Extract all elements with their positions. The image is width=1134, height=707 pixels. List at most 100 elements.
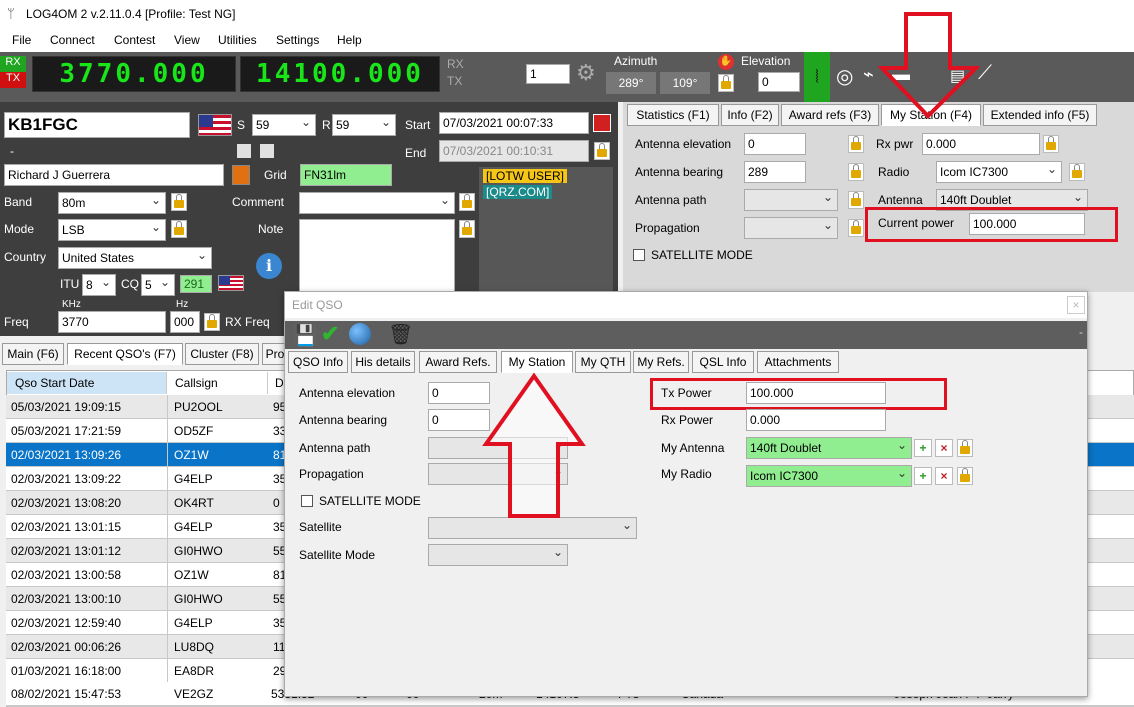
- cq-select[interactable]: 5: [141, 274, 175, 296]
- qrz-badge[interactable]: [QRZ.COM]: [483, 185, 553, 199]
- elevation-input[interactable]: 0: [758, 72, 800, 92]
- header-callsign[interactable]: Callsign: [168, 372, 268, 394]
- country-select[interactable]: United States: [58, 247, 212, 269]
- start-datetime-input[interactable]: 07/03/2021 00:07:33: [439, 112, 589, 134]
- delete-antenna-icon[interactable]: ×: [935, 439, 953, 457]
- menu-view[interactable]: View: [174, 33, 200, 47]
- freq-khz-input[interactable]: 3770: [58, 311, 166, 333]
- add-antenna-icon[interactable]: +: [914, 439, 932, 457]
- antenna-bearing-lock-icon[interactable]: [848, 163, 864, 181]
- delete-radio-icon[interactable]: ×: [935, 467, 953, 485]
- rx-pwr-lock-icon[interactable]: [1043, 135, 1059, 153]
- propagation-lock-icon[interactable]: [848, 219, 864, 237]
- dialog-tab-his-details[interactable]: His details: [351, 351, 415, 373]
- tx-power-input[interactable]: 100.000: [746, 382, 886, 404]
- dialog-tab-my-station[interactable]: My Station: [501, 351, 573, 373]
- menu-contest[interactable]: Contest: [114, 33, 155, 47]
- grid-input[interactable]: FN31lm: [300, 164, 392, 186]
- my-radio-lock-icon[interactable]: [957, 467, 973, 485]
- antenna-bearing-input[interactable]: 289: [744, 161, 806, 183]
- dlg-antenna-elevation-input[interactable]: 0: [428, 382, 490, 404]
- header-qso-start-date[interactable]: Qso Start Date: [7, 372, 167, 394]
- lotw-user-badge[interactable]: [LOTW USER]: [483, 169, 568, 183]
- dialog-tab-qsl-info[interactable]: QSL Info: [692, 351, 754, 373]
- antenna-path-select[interactable]: [744, 189, 838, 211]
- color-box-1[interactable]: [237, 144, 251, 158]
- menu-help[interactable]: Help: [337, 33, 362, 47]
- dialog-tab-my-refs[interactable]: My Refs.: [633, 351, 689, 373]
- rx-power-input[interactable]: 0.000: [746, 409, 886, 431]
- menu-file[interactable]: File: [12, 33, 31, 47]
- elevation-lock-icon[interactable]: [718, 74, 734, 92]
- menu-utilities[interactable]: Utilities: [218, 33, 257, 47]
- freq-hz-input[interactable]: 000: [170, 311, 200, 333]
- trash-icon[interactable]: 🗑: [388, 322, 413, 347]
- rotator-icon[interactable]: ⌁: [863, 64, 874, 85]
- my-radio-select[interactable]: Icom IC7300: [746, 465, 912, 487]
- tab-main[interactable]: Main (F6): [2, 343, 64, 365]
- comment-lock-icon[interactable]: [459, 193, 475, 211]
- add-radio-icon[interactable]: +: [914, 467, 932, 485]
- vfo-spinner[interactable]: 1: [526, 64, 570, 84]
- radio-lock-icon[interactable]: [1069, 163, 1085, 181]
- callsign-input[interactable]: KB1FGC: [4, 112, 190, 138]
- tab-award-refs[interactable]: Award refs (F3): [781, 104, 879, 126]
- tab-extended-info[interactable]: Extended info (F5): [983, 104, 1097, 126]
- dlg-satellite-mode-select[interactable]: [428, 544, 568, 566]
- dialog-tab-qso-info[interactable]: QSO Info: [288, 351, 348, 373]
- my-antenna-lock-icon[interactable]: [957, 439, 973, 457]
- qrz-lookup-icon[interactable]: [232, 165, 250, 185]
- end-datetime-input[interactable]: 07/03/2021 00:10:31: [439, 140, 589, 162]
- dialog-close-button[interactable]: ×: [1067, 296, 1085, 314]
- vfo-a-display[interactable]: 3770.000: [32, 56, 236, 92]
- itu-select[interactable]: 8: [82, 274, 116, 296]
- cluster-connected-icon[interactable]: ⦚: [804, 52, 830, 102]
- tab-info[interactable]: Info (F2): [721, 104, 779, 126]
- antenna-elevation-input[interactable]: 0: [744, 133, 806, 155]
- microphone-icon[interactable]: ⟋: [978, 62, 992, 85]
- tab-statistics[interactable]: Statistics (F1): [627, 104, 719, 126]
- stop-rotator-icon[interactable]: ✋: [718, 54, 734, 70]
- r-report-select[interactable]: 59: [332, 114, 396, 136]
- satellite-mode-checkbox[interactable]: [633, 249, 645, 261]
- menu-connect[interactable]: Connect: [50, 33, 95, 47]
- dialog-tab-award-refs[interactable]: Award Refs.: [419, 351, 497, 373]
- band-lock-icon[interactable]: [171, 193, 187, 211]
- start-lock-icon[interactable]: [593, 114, 611, 132]
- gear-icon[interactable]: ⚙: [576, 60, 596, 86]
- tab-recent-qsos[interactable]: Recent QSO's (F7): [67, 343, 183, 365]
- end-lock-icon[interactable]: [594, 142, 610, 160]
- dialog-tab-my-qth[interactable]: My QTH: [575, 351, 631, 373]
- propagation-select[interactable]: [744, 217, 838, 239]
- menu-settings[interactable]: Settings: [276, 33, 319, 47]
- globe-icon[interactable]: ◎: [836, 64, 853, 89]
- vfo-b-display[interactable]: 14100.000: [240, 56, 440, 92]
- antenna-elevation-lock-icon[interactable]: [848, 135, 864, 153]
- collapse-icon[interactable]: -: [1079, 325, 1083, 339]
- rx-pwr-input[interactable]: 0.000: [922, 133, 1040, 155]
- checkmark-icon[interactable]: ✔: [321, 321, 339, 347]
- info-icon[interactable]: i: [256, 253, 282, 279]
- s-report-select[interactable]: 59: [252, 114, 316, 136]
- freq-lock-icon[interactable]: [204, 313, 220, 331]
- comment-input[interactable]: [299, 192, 455, 214]
- note-lock-icon[interactable]: [459, 220, 475, 238]
- band-select[interactable]: 80m: [58, 192, 166, 214]
- dlg-antenna-bearing-input[interactable]: 0: [428, 409, 490, 431]
- tab-cluster[interactable]: Cluster (F8): [185, 343, 259, 365]
- dialog-tab-attachments[interactable]: Attachments: [757, 351, 839, 373]
- mode-lock-icon[interactable]: [171, 220, 187, 238]
- save-icon[interactable]: 💾: [293, 323, 318, 348]
- cell-date: 02/03/2021 13:00:58: [11, 568, 122, 582]
- antenna-path-lock-icon[interactable]: [848, 191, 864, 209]
- globe-icon[interactable]: [349, 323, 371, 345]
- color-box-2[interactable]: [260, 144, 274, 158]
- column-divider: [167, 563, 168, 587]
- my-antenna-select[interactable]: 140ft Doublet: [746, 437, 912, 459]
- mode-select[interactable]: LSB: [58, 219, 166, 241]
- dlg-satellite-select[interactable]: [428, 517, 637, 539]
- satellite-mode-label: SATELLITE MODE: [651, 248, 753, 262]
- name-input[interactable]: Richard J Guerrera: [4, 164, 224, 186]
- dlg-satellite-mode-checkbox[interactable]: [301, 495, 313, 507]
- radio-select[interactable]: Icom IC7300: [936, 161, 1062, 183]
